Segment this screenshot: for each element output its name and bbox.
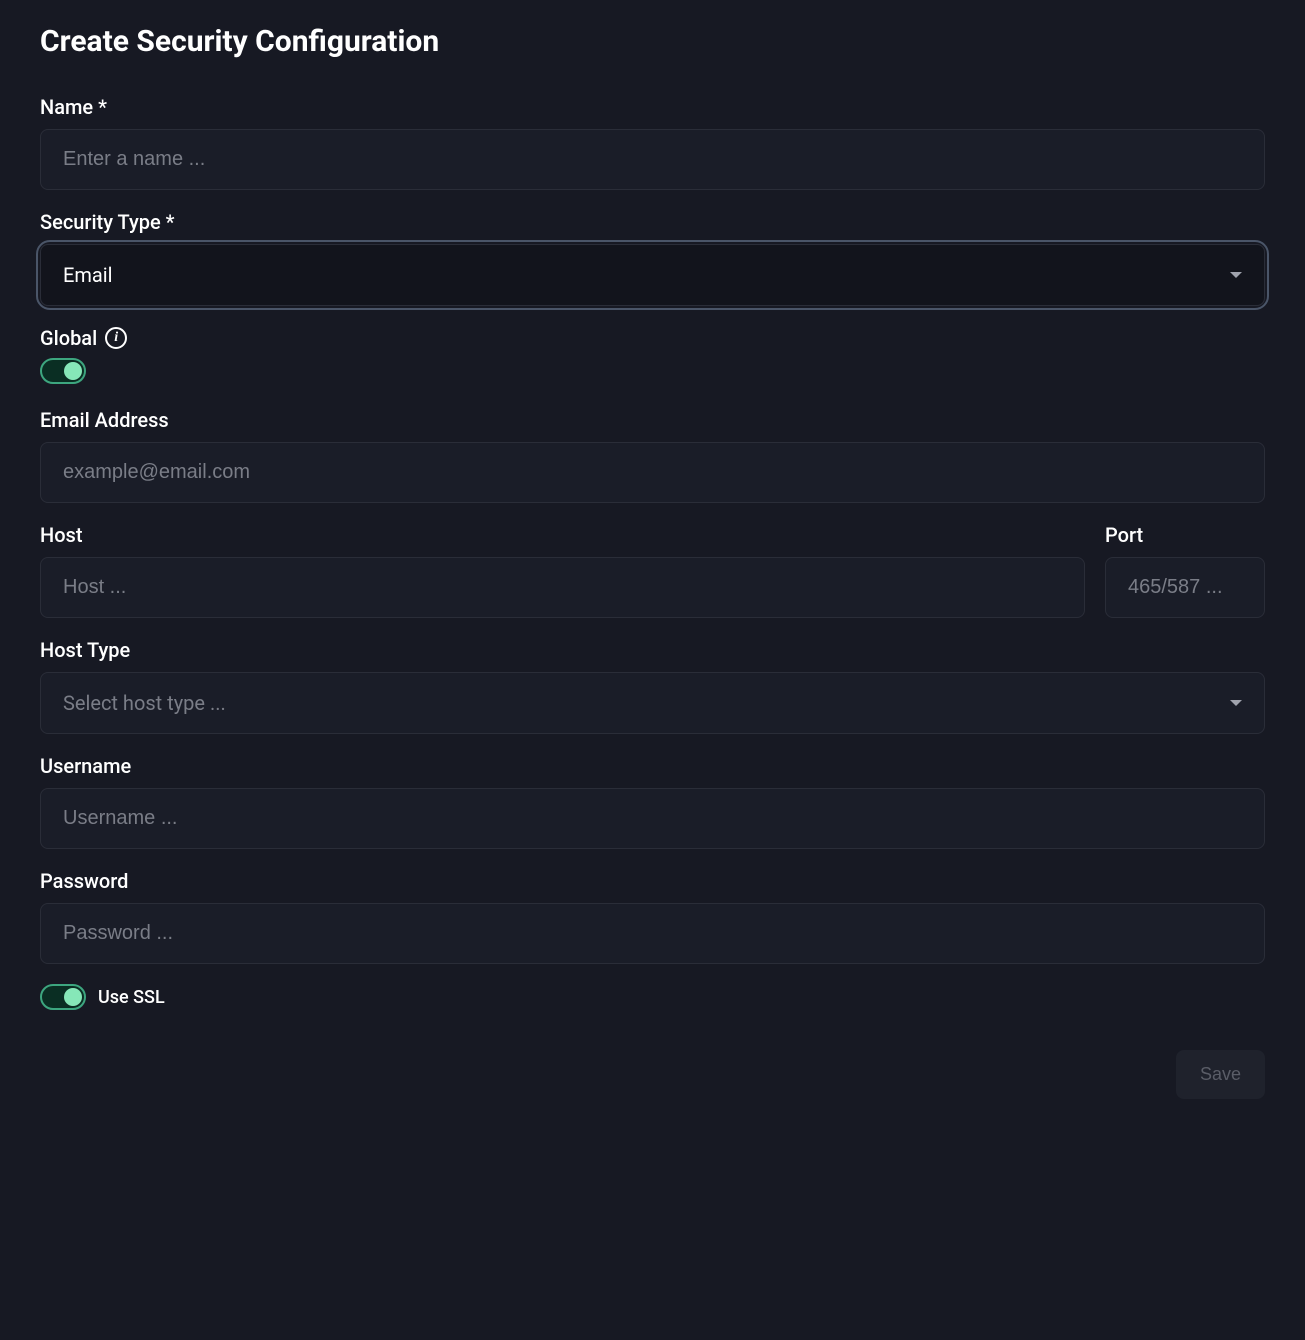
toggle-knob — [64, 988, 82, 1006]
name-label: Name * — [40, 95, 1265, 119]
host-type-label: Host Type — [40, 638, 1265, 662]
security-type-select-wrap: Email — [40, 244, 1265, 306]
host-field-group: Host — [40, 523, 1085, 618]
port-input[interactable] — [1105, 557, 1265, 618]
global-toggle[interactable] — [40, 358, 86, 384]
page-title: Create Security Configuration — [40, 24, 1265, 59]
host-input[interactable] — [40, 557, 1085, 618]
use-ssl-row: Use SSL — [40, 984, 1265, 1010]
email-address-field-group: Email Address — [40, 408, 1265, 503]
security-type-select[interactable]: Email — [40, 244, 1265, 306]
email-address-label: Email Address — [40, 408, 1265, 432]
save-button[interactable]: Save — [1176, 1050, 1265, 1099]
port-label: Port — [1105, 523, 1265, 547]
host-label: Host — [40, 523, 1085, 547]
security-type-label: Security Type * — [40, 210, 1265, 234]
email-address-input[interactable] — [40, 442, 1265, 503]
footer: Save — [40, 1050, 1265, 1099]
name-field-group: Name * — [40, 95, 1265, 190]
host-type-select[interactable]: Select host type ... — [40, 672, 1265, 734]
host-type-placeholder: Select host type ... — [63, 691, 226, 715]
security-type-field-group: Security Type * Email — [40, 210, 1265, 306]
username-label: Username — [40, 754, 1265, 778]
password-label: Password — [40, 869, 1265, 893]
security-type-value: Email — [63, 263, 113, 287]
use-ssl-toggle[interactable] — [40, 984, 86, 1010]
host-type-select-wrap: Select host type ... — [40, 672, 1265, 734]
username-field-group: Username — [40, 754, 1265, 849]
global-label: Global — [40, 326, 97, 350]
chevron-down-icon — [1230, 272, 1242, 278]
password-field-group: Password — [40, 869, 1265, 964]
host-type-field-group: Host Type Select host type ... — [40, 638, 1265, 734]
name-input[interactable] — [40, 129, 1265, 190]
use-ssl-label: Use SSL — [98, 987, 165, 1008]
global-field-group: Global i — [40, 326, 1265, 388]
info-icon[interactable]: i — [105, 327, 127, 349]
toggle-knob — [64, 362, 82, 380]
password-input[interactable] — [40, 903, 1265, 964]
username-input[interactable] — [40, 788, 1265, 849]
chevron-down-icon — [1230, 700, 1242, 706]
port-field-group: Port — [1105, 523, 1265, 618]
